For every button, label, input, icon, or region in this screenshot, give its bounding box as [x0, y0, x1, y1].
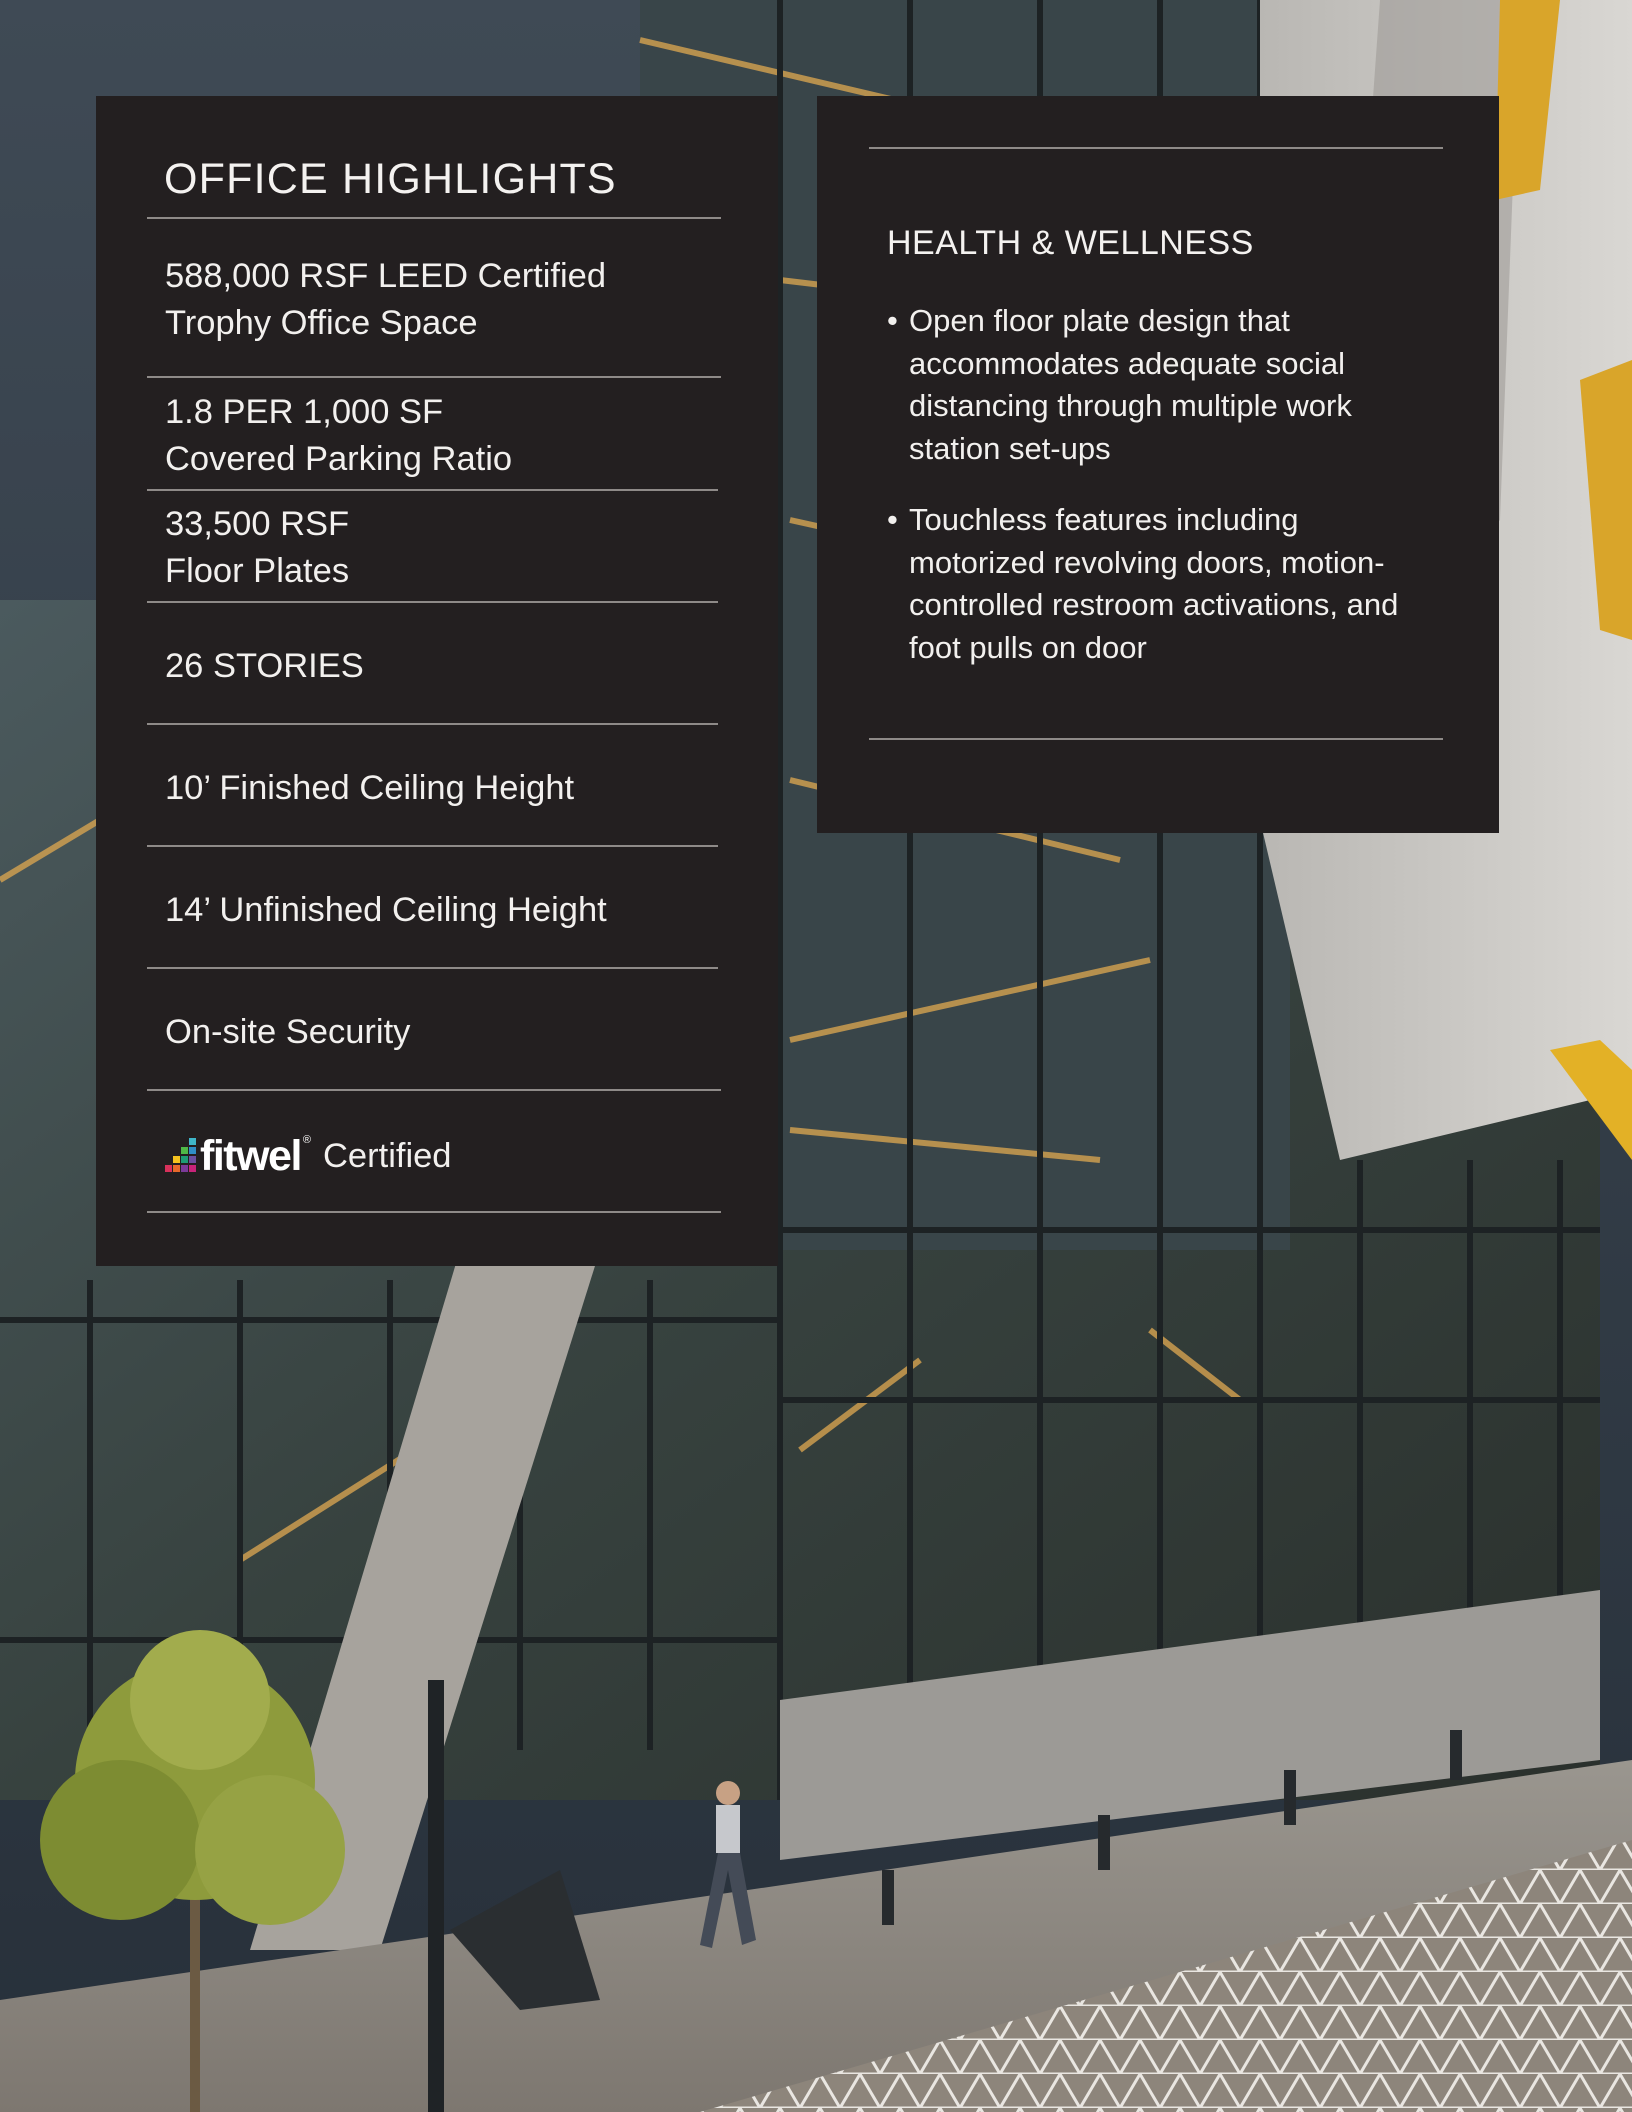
divider	[869, 147, 1443, 149]
highlight-line: 33,500 RSF	[165, 505, 350, 543]
bullet-item: • Open floor plate design that accommoda…	[887, 300, 1427, 470]
registered-mark: ®	[302, 1134, 312, 1146]
highlight-item-stories: 26 STORIES	[165, 643, 725, 690]
highlight-item-floor-plates: 33,500 RSF Floor Plates	[165, 501, 725, 595]
divider	[147, 845, 718, 847]
highlight-line: 1.8 PER 1,000 SF	[165, 393, 444, 431]
highlight-line: 26 STORIES	[165, 647, 364, 685]
fitwel-wordmark: fitwel	[200, 1131, 302, 1180]
bullet-text: Touchless features including motorized r…	[909, 502, 1399, 665]
divider	[147, 489, 718, 491]
fitwel-certified: fitwel ® Certified	[165, 1130, 451, 1182]
fitwel-certified-label: Certified	[323, 1136, 452, 1175]
office-highlights-card: OFFICE HIGHLIGHTS 588,000 RSF LEED Certi…	[96, 96, 778, 1266]
highlight-line: 10’ Finished Ceiling Height	[165, 769, 575, 807]
bullet-text: Open floor plate design that accommodate…	[909, 303, 1352, 466]
bullet-item: • Touchless features including motorized…	[887, 499, 1415, 669]
highlight-item-parking: 1.8 PER 1,000 SF Covered Parking Ratio	[165, 389, 725, 483]
health-wellness-title: HEALTH & WELLNESS	[887, 224, 1254, 262]
fitwel-logo-icon	[165, 1138, 196, 1172]
divider	[147, 967, 718, 969]
highlight-line: 14’ Unfinished Ceiling Height	[165, 891, 607, 929]
bullet-dot: •	[887, 502, 898, 537]
divider	[147, 1211, 721, 1213]
highlight-item-finished-ceiling: 10’ Finished Ceiling Height	[165, 765, 725, 812]
divider	[147, 723, 718, 725]
divider	[147, 376, 721, 378]
highlight-item-security: On-site Security	[165, 1009, 725, 1056]
divider	[147, 1089, 721, 1091]
highlight-line: Trophy Office Space	[165, 304, 478, 342]
health-wellness-card: HEALTH & WELLNESS • Open floor plate des…	[817, 96, 1499, 833]
highlight-line: On-site Security	[165, 1013, 411, 1051]
office-highlights-title: OFFICE HIGHLIGHTS	[164, 155, 617, 203]
divider	[147, 601, 718, 603]
divider	[147, 217, 721, 219]
divider	[869, 738, 1443, 740]
highlight-line: 588,000 RSF LEED Certified	[165, 257, 607, 295]
highlight-item-rsf: 588,000 RSF LEED Certified Trophy Office…	[165, 253, 725, 347]
bullet-dot: •	[887, 303, 898, 338]
highlight-line: Floor Plates	[165, 552, 350, 590]
highlight-item-unfinished-ceiling: 14’ Unfinished Ceiling Height	[165, 887, 725, 934]
highlight-line: Covered Parking Ratio	[165, 440, 513, 478]
